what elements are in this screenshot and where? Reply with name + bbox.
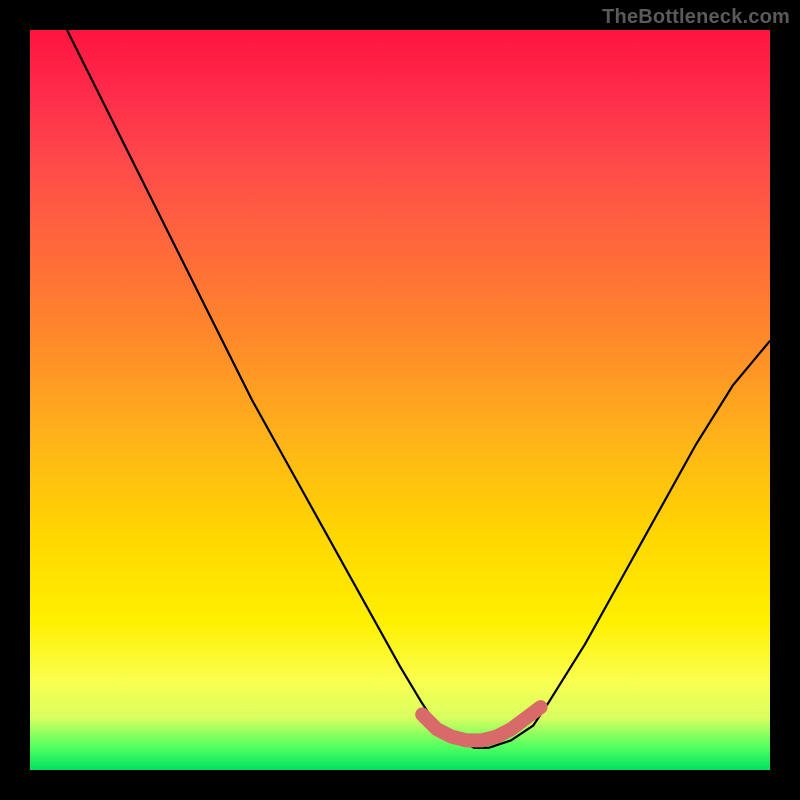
plot-area xyxy=(30,30,770,770)
chart-frame: TheBottleneck.com xyxy=(0,0,800,800)
curve-svg xyxy=(30,30,770,770)
bottleneck-curve xyxy=(67,30,770,748)
watermark-text: TheBottleneck.com xyxy=(602,6,790,29)
highlight-band xyxy=(422,707,540,740)
